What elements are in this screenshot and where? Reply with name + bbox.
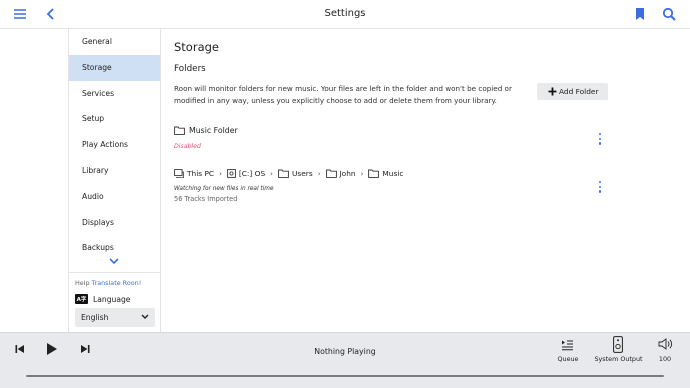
system-output-icon[interactable] (613, 336, 623, 356)
folder-icon (174, 126, 185, 135)
language-label: Language (93, 294, 131, 304)
sidebar-item-general[interactable]: General (69, 29, 160, 55)
now-playing-text: Nothing Playing (314, 347, 376, 356)
search-icon[interactable] (662, 7, 678, 23)
queue-icon[interactable] (561, 339, 574, 354)
settings-sidebar: General Storage Services Setup Play Acti… (69, 29, 161, 332)
path-john: John (339, 169, 356, 178)
music-folder-entry[interactable]: Music Folder (174, 126, 238, 135)
queue-label[interactable]: Queue (552, 355, 584, 363)
sidebar-item-displays[interactable]: Displays (69, 210, 160, 236)
drive-icon (227, 169, 236, 178)
plus-icon (548, 87, 557, 96)
volume-level[interactable]: 100 (654, 355, 676, 363)
watching-status: Watching for new files in real time (174, 186, 274, 192)
sidebar-item-play-actions[interactable]: Play Actions (69, 132, 160, 158)
chevron-down-icon (141, 314, 149, 319)
language-select-value: English (81, 313, 109, 322)
language-select[interactable]: English (75, 308, 155, 327)
playback-progress-bar[interactable] (26, 375, 664, 377)
top-bar: Settings (0, 0, 690, 29)
path-segment-john: John (325, 169, 356, 178)
path-separator-icon: › (317, 169, 321, 178)
tracks-imported-count: 56 Tracks Imported (174, 195, 238, 203)
path-separator-icon: › (270, 169, 273, 178)
folder-path-breadcrumb[interactable]: This PC › [C:] OS › Users › John › Music (174, 169, 403, 178)
volume-icon[interactable] (658, 338, 673, 353)
storage-panel: Storage Folders Roon will monitor folder… (162, 29, 690, 332)
path-segment-music: Music (368, 169, 403, 178)
sidebar-item-storage[interactable]: Storage (69, 54, 160, 81)
path-segment-os: [C:] OS (227, 169, 265, 178)
add-folder-button[interactable]: Add Folder (537, 83, 608, 100)
sidebar-footer: Help Translate Roon! A字 Language English (69, 272, 161, 332)
path-separator-icon: › (360, 169, 364, 178)
player-bar: Nothing Playing Queue System Output 100 (0, 332, 690, 388)
music-folder-name: Music Folder (189, 126, 238, 135)
path-music: Music (382, 169, 404, 178)
translate-roon-link[interactable]: Translate Roon! (92, 279, 142, 287)
folder-icon (325, 169, 337, 178)
sidebar-item-library[interactable]: Library (69, 158, 160, 184)
language-row: A字 Language (75, 294, 130, 304)
system-output-label[interactable]: System Output (590, 355, 647, 363)
add-folder-label: Add Folder (559, 87, 599, 96)
sidebar-item-setup[interactable]: Setup (69, 106, 160, 132)
help-text: Help Translate Roon! (75, 279, 141, 287)
music-folder-more-icon[interactable] (599, 133, 603, 147)
language-icon: A字 (75, 294, 88, 304)
sidebar-item-audio[interactable]: Audio (69, 184, 160, 210)
page-header-title: Settings (324, 8, 366, 19)
bookmark-icon[interactable] (634, 7, 650, 23)
path-segment-users: Users (278, 169, 313, 178)
folder-icon (368, 169, 380, 178)
path-separator-icon: › (219, 169, 222, 178)
path-users: Users (291, 169, 313, 178)
path-this-pc: This PC (187, 169, 215, 178)
folder-icon (278, 169, 289, 178)
folders-section-title: Folders (174, 64, 206, 74)
path-segment-this-pc: This PC (174, 169, 214, 178)
scroll-down-chevron-icon[interactable] (109, 258, 119, 266)
left-gutter (0, 29, 69, 332)
help-prefix: Help (75, 279, 90, 287)
computer-icon (174, 169, 184, 178)
music-folder-status: Disabled (174, 143, 201, 150)
folders-description: Roon will monitor folders for new music.… (174, 84, 512, 105)
page-title: Storage (174, 40, 219, 54)
path-os: [C:] OS (238, 169, 266, 178)
sidebar-item-services[interactable]: Services (69, 81, 160, 107)
music-path-more-icon[interactable] (599, 181, 603, 195)
